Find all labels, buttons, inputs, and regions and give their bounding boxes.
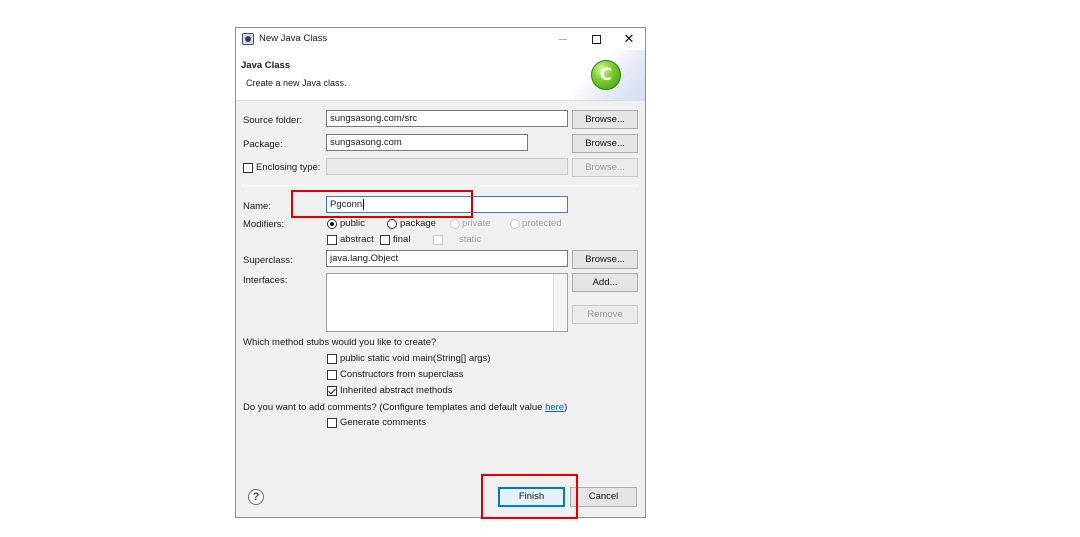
superclass-field[interactable]: java.lang.Object [326, 250, 568, 267]
modifier-static-checkbox [433, 235, 443, 245]
maximize-button[interactable] [588, 31, 604, 47]
name-value: Pgconn [330, 199, 363, 210]
name-field[interactable]: Pgconn [326, 196, 568, 213]
generate-comments-checkbox[interactable] [327, 418, 337, 428]
modifier-private-label: private [462, 218, 491, 229]
method-stubs-question: Which method stubs would you like to cre… [243, 337, 437, 348]
comments-question-text: Do you want to add comments? (Configure … [243, 402, 546, 413]
modifier-package-radio[interactable] [387, 219, 397, 229]
constructors-label: Constructors from superclass [340, 369, 464, 380]
finish-button[interactable]: Finish [498, 487, 565, 507]
modifier-private-radio [450, 219, 460, 229]
configure-templates-link[interactable]: here [545, 402, 564, 413]
modifier-protected-label: protected [522, 218, 562, 229]
modifier-package-label: package [400, 218, 436, 229]
modifier-public-label: public [340, 218, 365, 229]
package-label: Package: [243, 139, 283, 150]
new-class-wizard-icon: C [591, 60, 621, 90]
interfaces-label: Interfaces: [243, 275, 288, 286]
new-java-class-dialog: New Java Class ✕ Java Class Create a new… [235, 27, 646, 518]
eclipse-app-icon [242, 33, 254, 45]
interfaces-list[interactable] [326, 273, 568, 332]
enclosing-type-checkbox[interactable] [243, 163, 253, 173]
enclosing-type-browse-button: Browse... [572, 158, 638, 177]
window-title: New Java Class [259, 33, 328, 44]
modifiers-label: Modifiers: [243, 219, 285, 230]
section-separator [241, 185, 639, 186]
generate-comments-label: Generate comments [340, 417, 427, 428]
interfaces-scrollbar[interactable] [553, 274, 567, 331]
superclass-browse-button[interactable]: Browse... [572, 250, 638, 269]
modifier-protected-radio [510, 219, 520, 229]
modifier-abstract-label: abstract [340, 234, 374, 245]
main-method-label: public static void main(String[] args) [340, 353, 491, 364]
cancel-button[interactable]: Cancel [570, 487, 637, 507]
enclosing-type-label: Enclosing type: [256, 162, 321, 173]
help-icon[interactable]: ? [248, 489, 264, 505]
name-label: Name: [243, 201, 271, 212]
modifier-static-label: static [459, 234, 482, 245]
constructors-checkbox[interactable] [327, 370, 337, 380]
modifier-public-radio[interactable] [327, 219, 337, 229]
remove-interface-button: Remove [572, 305, 638, 324]
modifier-abstract-checkbox[interactable] [327, 235, 337, 245]
header-description: Create a new Java class. [246, 78, 347, 88]
source-folder-field[interactable]: sungsasong.com/src [326, 110, 568, 127]
close-button[interactable]: ✕ [621, 31, 637, 47]
wizard-header: Java Class Create a new Java class. C [236, 50, 645, 101]
source-folder-label: Source folder: [243, 115, 303, 126]
comments-question-end: ) [564, 402, 568, 413]
text-caret [363, 198, 365, 210]
modifier-final-checkbox[interactable] [380, 235, 390, 245]
package-browse-button[interactable]: Browse... [572, 134, 638, 153]
add-interface-button[interactable]: Add... [572, 273, 638, 292]
modifier-final-label: final [393, 234, 411, 245]
enclosing-type-field [326, 158, 568, 175]
main-method-checkbox[interactable] [327, 354, 337, 364]
header-title: Java Class [241, 60, 291, 71]
comments-question: Do you want to add comments? (Configure … [243, 402, 567, 413]
title-bar: New Java Class ✕ [236, 28, 645, 50]
inherited-abstract-checkbox[interactable] [327, 386, 337, 396]
source-folder-browse-button[interactable]: Browse... [572, 110, 638, 129]
minimize-button[interactable] [555, 31, 571, 47]
inherited-abstract-label: Inherited abstract methods [340, 385, 453, 396]
superclass-label: Superclass: [243, 255, 293, 266]
package-field[interactable]: sungsasong.com [326, 134, 528, 151]
